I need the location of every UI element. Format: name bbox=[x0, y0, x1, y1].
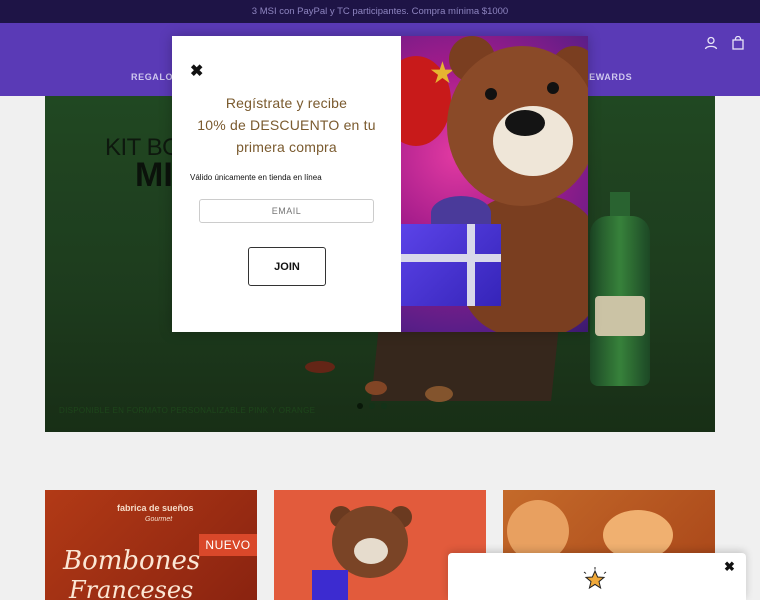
new-badge: NUEVO bbox=[199, 534, 257, 556]
modal-heading: Regístrate y recibe 10% de DESCUENTO en … bbox=[172, 92, 401, 158]
bear-snout bbox=[354, 538, 388, 564]
card-brand: fabrica de sueños bbox=[117, 503, 194, 513]
shopping-bag-icon[interactable] bbox=[731, 36, 745, 50]
modal-heading-line: primera compra bbox=[236, 139, 337, 155]
product-card-bombones[interactable]: fabrica de sueños Gourmet NUEVO Bombones… bbox=[45, 490, 257, 600]
join-button[interactable]: JOIN bbox=[248, 247, 326, 286]
gift-box bbox=[401, 224, 501, 306]
card-script-line1: Bombones bbox=[63, 546, 201, 576]
card-brand-sub: Gourmet bbox=[145, 516, 173, 523]
close-icon[interactable]: ✖ bbox=[190, 64, 204, 80]
star-icon bbox=[583, 567, 607, 590]
gift-ribbon bbox=[467, 224, 475, 306]
modal-form-panel: ✖ Regístrate y recibe 10% de DESCUENTO e… bbox=[172, 36, 401, 332]
email-field[interactable] bbox=[199, 199, 374, 223]
bear-nose bbox=[505, 110, 545, 136]
modal-note: Válido únicamente en tienda en línea bbox=[190, 173, 322, 182]
announcement-text: 3 MSI con PayPal y TC participantes. Com… bbox=[251, 6, 509, 17]
user-icon[interactable] bbox=[704, 36, 718, 50]
modal-heading-line: 10% de DESCUENTO en tu bbox=[197, 117, 376, 133]
modal-promo-image: ★ bbox=[401, 36, 588, 332]
gift-box bbox=[312, 570, 348, 600]
signup-modal: ✖ Regístrate y recibe 10% de DESCUENTO e… bbox=[172, 36, 588, 332]
gift-ribbon bbox=[401, 254, 501, 262]
announcement-bar: 3 MSI con PayPal y TC participantes. Com… bbox=[0, 0, 760, 23]
modal-heading-line: Regístrate y recibe bbox=[225, 95, 348, 111]
bear-eye bbox=[547, 82, 559, 94]
card-script-line2: Franceses bbox=[69, 576, 194, 600]
rewards-widget[interactable]: ✖ bbox=[448, 553, 746, 600]
bear-eye bbox=[485, 88, 497, 100]
close-icon[interactable]: ✖ bbox=[724, 560, 735, 573]
nav-item-rewards[interactable]: REWARDS bbox=[582, 72, 632, 82]
